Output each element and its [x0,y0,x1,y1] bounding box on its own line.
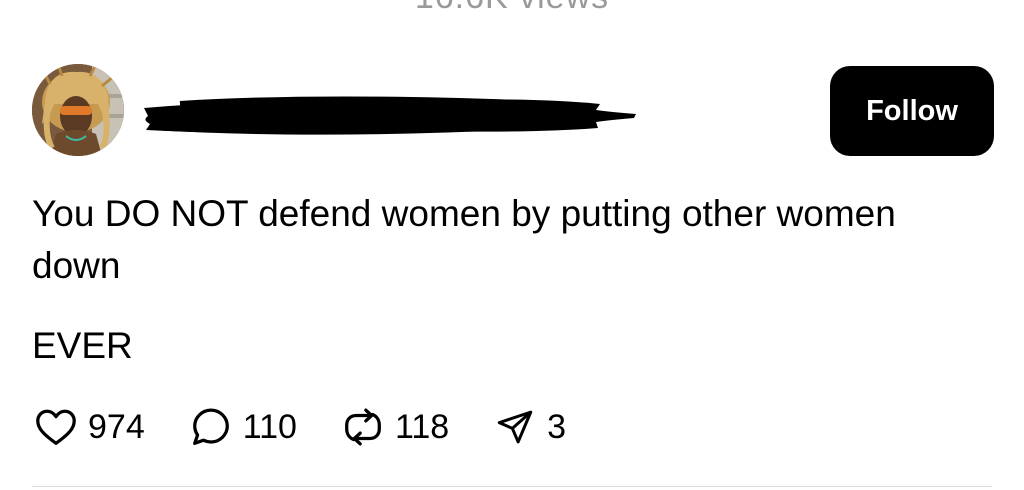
share-button[interactable]: 3 [491,403,566,451]
like-count: 974 [88,407,145,446]
follow-button[interactable]: Follow [830,66,994,156]
post-header: Follow [32,64,994,158]
comment-bubble-icon [187,403,235,451]
post-text-paragraph-1: You DO NOT defend women by putting other… [32,193,896,286]
avatar[interactable] [32,64,124,156]
repost-icon [339,403,387,451]
reply-count: 110 [242,407,297,446]
post-card: Follow You DO NOT defend women by puttin… [0,0,1024,490]
post-body: You DO NOT defend women by putting other… [32,188,992,372]
share-count: 3 [547,407,567,446]
username-redacted [140,84,640,144]
post-text-paragraph-2: EVER [32,325,133,366]
like-button[interactable]: 974 [32,403,145,451]
heart-icon [32,403,80,451]
action-bar: 974 110 118 3 [32,400,608,454]
avatar-photo-icon [32,64,124,156]
repost-count: 118 [394,407,450,446]
divider [32,486,992,487]
repost-button[interactable]: 118 [339,403,449,451]
reply-button[interactable]: 110 [187,403,297,451]
send-icon [491,403,539,451]
